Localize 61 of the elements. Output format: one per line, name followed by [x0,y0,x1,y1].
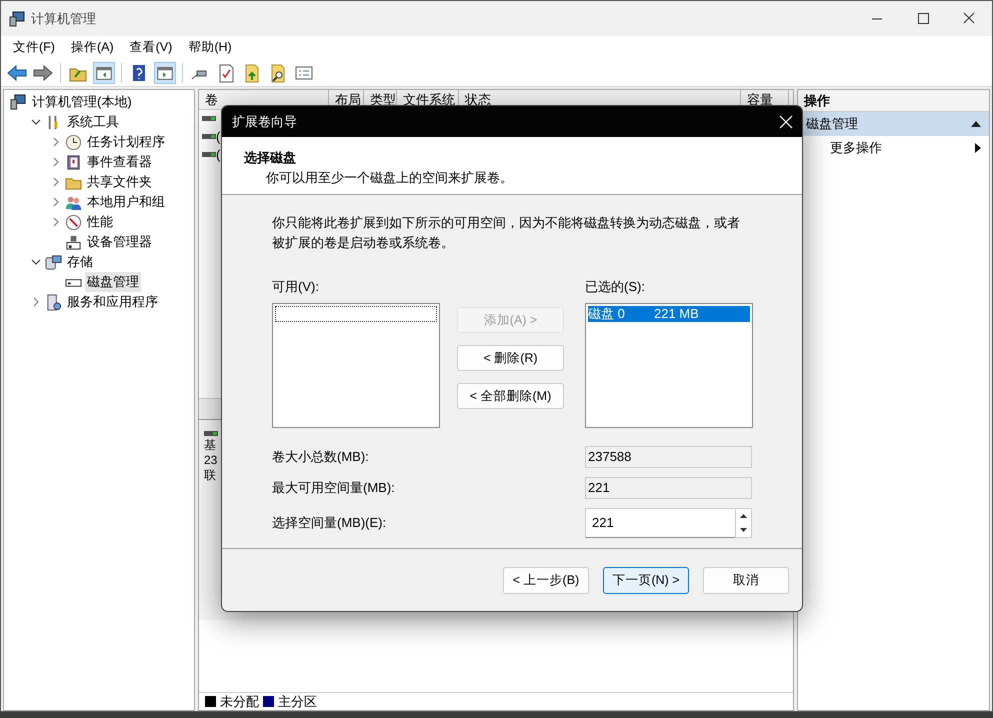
list-label: 可用(V): [272,278,320,296]
book-icon [65,154,82,170]
number-field[interactable]: 221 [585,508,735,538]
drive-icon [202,115,216,123]
tree-item[interactable]: 存储 [65,252,95,272]
collapse-arrow-icon[interactable] [971,120,981,128]
menu-item[interactable]: 文件(F) [5,38,63,57]
legend-label: 主分区 [278,692,317,711]
tree-item[interactable]: 事件查看器 [85,152,154,172]
wizard-button[interactable]: 下一页(N) > [603,566,689,594]
disk-info-text: 基 [204,438,216,453]
readonly-field: 237588 [585,446,752,468]
description-text: 你只能将此卷扩展到如下所示的可用空间，因为不能将磁盘转换为动态磁盘，或者被扩展的卷是启动卷或系统卷。 [272,214,741,252]
wizard-button[interactable]: < 上一步(B) [503,566,589,594]
disk-list-item[interactable]: 磁盘 0 221 MB [588,306,750,322]
available-list[interactable] [272,302,440,428]
computer-icon [10,94,27,110]
field-label: 最大可用空间量(MB): [272,478,396,497]
storage-icon [45,254,62,270]
server-icon [45,294,62,310]
tree-item[interactable]: 任务计划程序 [85,132,167,152]
list-move-button[interactable]: < 删除(R) [457,345,564,371]
tree-item[interactable]: 磁盘管理 [85,272,141,292]
close-icon[interactable] [779,114,793,128]
tree-item[interactable]: 计算机管理(本地) [30,92,134,112]
submenu-arrow-icon [975,143,981,153]
legend-label: 未分配 [220,692,259,711]
drive-icon [202,133,216,141]
list-label: 已选的(S): [585,278,646,296]
menu-item[interactable]: 查看(V) [122,38,180,57]
page-subtitle: 你可以用至少一个磁盘上的空间来扩展卷。 [265,168,514,186]
device-icon [65,234,82,250]
field-label: 选择空间量(MB)(E): [272,514,388,532]
menu-item[interactable]: 操作(A) [62,38,122,57]
drive-icon [204,430,218,438]
selected-list[interactable]: 磁盘 0 221 MB [585,302,753,428]
wizard-button[interactable]: 取消 [703,566,789,594]
disk-info-text: 联 [204,468,216,483]
dialog-title: 扩展卷向导 [232,112,297,131]
pane-icon[interactable] [93,62,115,84]
pane-icon[interactable] [154,62,176,84]
tree-item[interactable]: 系统工具 [65,112,121,132]
actions-header: 操作 [798,90,989,112]
tree-item[interactable]: 性能 [85,212,115,232]
table-cell-text: ( [216,146,220,164]
clock-icon [65,134,82,150]
menu-item[interactable]: 帮助(H) [180,38,240,57]
readonly-field: 221 [585,476,752,498]
tree-item[interactable]: 共享文件夹 [85,172,154,192]
field-label: 卷大小总数(MB): [272,448,370,466]
drive-icon [202,151,216,159]
tree-item[interactable]: 本地用户和组 [85,192,167,212]
page-heading: 选择磁盘 [244,149,297,167]
list-move-button[interactable]: < 全部删除(M) [457,383,564,409]
window-title: 计算机管理 [31,10,96,28]
disk-info-text: 23 [204,453,218,468]
table-cell-text: ( [216,128,220,146]
action-link[interactable]: 更多操作 [830,138,882,158]
tree-item[interactable]: 设备管理器 [85,232,154,252]
computer-icon [9,10,25,26]
tree-item[interactable]: 服务和应用程序 [65,292,160,312]
